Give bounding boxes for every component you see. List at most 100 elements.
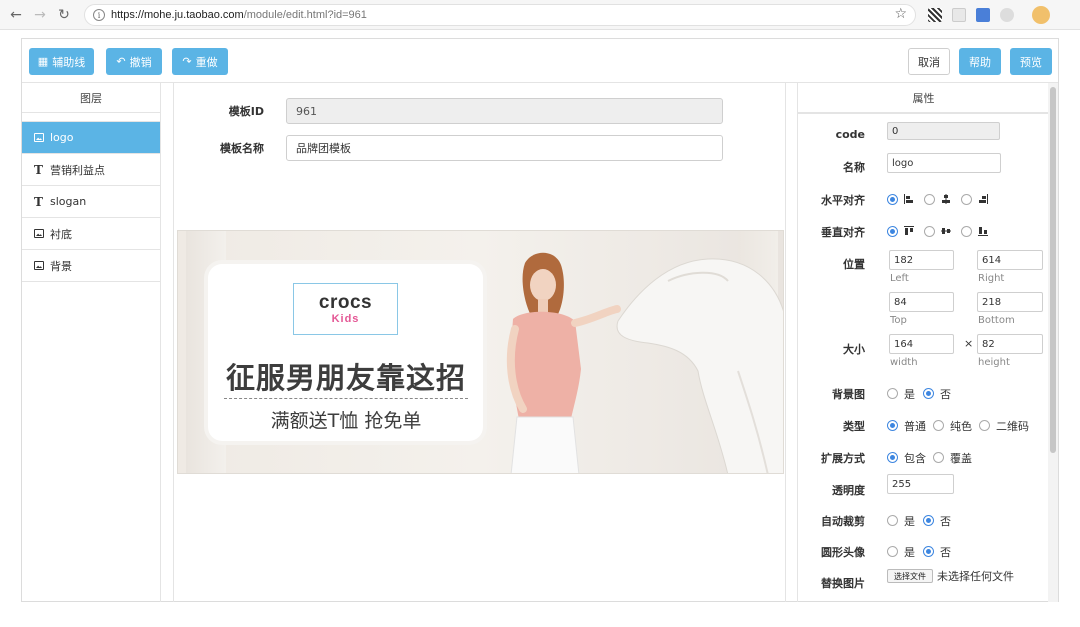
properties-title: 属性	[798, 83, 1049, 113]
type-solid-radio[interactable]	[933, 420, 944, 431]
extension-icon[interactable]	[952, 8, 966, 22]
marketing-headline[interactable]: 征服男朋友靠这招	[220, 355, 472, 397]
type-qr-radio[interactable]	[979, 420, 990, 431]
logo-layer[interactable]: crocs Kids	[293, 283, 398, 335]
editor-app: ▦ 辅助线 ↶ 撤销 ↷ 重做 取消 帮助 预览 图层 logo T 营销利益点…	[21, 38, 1059, 602]
preview-label: 预览	[1020, 55, 1042, 69]
height-field[interactable]: 82	[977, 334, 1043, 354]
template-name-label: 模板名称	[220, 142, 264, 155]
profile-avatar[interactable]	[1032, 6, 1050, 24]
radio-label: 否	[940, 515, 951, 528]
align-left-radio[interactable]	[887, 194, 898, 205]
auto-crop-yes-radio[interactable]	[887, 515, 898, 526]
valign-bottom-icon	[978, 227, 988, 236]
top-field[interactable]: 84	[889, 292, 954, 312]
width-field[interactable]: 164	[889, 334, 954, 354]
logo-text: crocs	[318, 292, 373, 313]
layer-label: slogan	[50, 195, 87, 208]
dotted-divider	[224, 398, 468, 399]
undo-icon: ↶	[116, 55, 126, 68]
type-normal-radio[interactable]	[887, 420, 898, 431]
align-right-radio[interactable]	[961, 194, 972, 205]
properties-scrollbar[interactable]	[1048, 83, 1058, 602]
round-avatar-yes-radio[interactable]	[887, 546, 898, 557]
layer-label: 营销利益点	[50, 163, 105, 177]
template-id-label: 模板ID	[228, 105, 264, 118]
radio-label: 否	[940, 388, 951, 401]
layer-item-background[interactable]: 背景	[22, 250, 160, 282]
opacity-field[interactable]: 255	[887, 474, 954, 494]
undo-button[interactable]: ↶ 撤销	[106, 48, 162, 75]
align-center-icon	[942, 194, 950, 204]
bg-image-yes-radio[interactable]	[887, 388, 898, 399]
back-arrow-icon[interactable]: ←	[6, 5, 26, 25]
grid-icon: ▦	[37, 55, 49, 68]
auto-crop-no-radio[interactable]	[923, 515, 934, 526]
right-field[interactable]: 614	[977, 250, 1043, 270]
layer-label: 衬底	[50, 227, 72, 241]
extension-icon[interactable]	[1000, 8, 1014, 22]
cancel-button[interactable]: 取消	[908, 48, 950, 75]
guides-button[interactable]: ▦ 辅助线	[29, 48, 94, 75]
editor-toolbar: ▦ 辅助线 ↶ 撤销 ↷ 重做 取消 帮助 预览	[22, 39, 1058, 83]
banner-preview[interactable]: crocs Kids 征服男朋友靠这招 满额送T恤 抢免单	[177, 230, 784, 474]
scrollbar-thumb[interactable]	[1050, 87, 1056, 453]
align-center-radio[interactable]	[924, 194, 935, 205]
text-icon: T	[34, 194, 43, 209]
template-id-field: 961	[286, 98, 723, 124]
expand-cover-radio[interactable]	[933, 452, 944, 463]
layer-item-logo[interactable]: logo	[22, 122, 160, 154]
help-button[interactable]: 帮助	[959, 48, 1001, 75]
layer-item-underlay[interactable]: 衬底	[22, 218, 160, 250]
vertical-align-label: 垂直对齐	[821, 226, 865, 239]
auto-crop-label: 自动裁剪	[821, 515, 865, 528]
layers-panel: 图层 logo T 营销利益点 T slogan 衬底 背景	[22, 83, 161, 602]
valign-middle-icon	[941, 228, 951, 234]
name-label: 名称	[843, 161, 865, 174]
logo-subtext: Kids	[331, 313, 360, 325]
forward-arrow-icon[interactable]: →	[30, 5, 50, 25]
qr-extension-icon[interactable]	[928, 8, 942, 22]
url-text: https://mohe.ju.taobao.com/module/edit.h…	[111, 9, 367, 21]
layer-list: logo T 营销利益点 T slogan 衬底 背景	[22, 121, 160, 282]
radio-label: 否	[940, 546, 951, 559]
address-bar[interactable]: i https://mohe.ju.taobao.com/module/edit…	[84, 4, 916, 26]
horse-statue-image	[616, 258, 783, 473]
layer-item-slogan[interactable]: T slogan	[22, 186, 160, 218]
template-id-row: 模板ID 961	[174, 98, 723, 124]
redo-label: 重做	[195, 55, 218, 69]
choose-file-button[interactable]: 选择文件	[887, 569, 933, 583]
radio-label: 是	[904, 388, 915, 401]
info-icon[interactable]: i	[93, 9, 105, 21]
radio-label: 普通	[904, 420, 926, 433]
bg-image-no-radio[interactable]	[923, 388, 934, 399]
bottom-field[interactable]: 218	[977, 292, 1043, 312]
layer-item-marketing-point[interactable]: T 营销利益点	[22, 154, 160, 186]
radio-label: 纯色	[950, 420, 972, 433]
left-field[interactable]: 182	[889, 250, 954, 270]
radio-label: 覆盖	[950, 452, 972, 465]
top-caption: Top	[890, 315, 907, 326]
times-sign: ×	[964, 337, 974, 350]
radio-label: 是	[904, 546, 915, 559]
layer-label: 背景	[50, 259, 72, 273]
preview-button[interactable]: 预览	[1010, 48, 1052, 75]
template-name-field[interactable]: 品牌团模板	[286, 135, 723, 161]
name-field[interactable]: logo	[887, 153, 1001, 173]
slogan-text[interactable]: 满额送T恤 抢免单	[220, 406, 472, 433]
round-avatar-no-radio[interactable]	[923, 546, 934, 557]
properties-panel: 属性 code 0 名称 logo 水平对齐 垂直对齐 位置 182 Left …	[797, 83, 1058, 602]
bookmark-star-icon[interactable]: ☆	[894, 6, 907, 22]
file-status: 未选择任何文件	[937, 570, 1014, 583]
translate-extension-icon[interactable]	[976, 8, 990, 22]
valign-middle-radio[interactable]	[924, 226, 935, 237]
width-caption: width	[890, 357, 918, 368]
redo-button[interactable]: ↷ 重做	[172, 48, 228, 75]
layer-label: logo	[50, 131, 74, 144]
expand-contain-radio[interactable]	[887, 452, 898, 463]
valign-top-radio[interactable]	[887, 226, 898, 237]
reload-icon[interactable]: ↻	[54, 5, 74, 25]
valign-bottom-radio[interactable]	[961, 226, 972, 237]
opacity-label: 透明度	[832, 484, 865, 497]
undo-label: 撤销	[129, 55, 152, 69]
